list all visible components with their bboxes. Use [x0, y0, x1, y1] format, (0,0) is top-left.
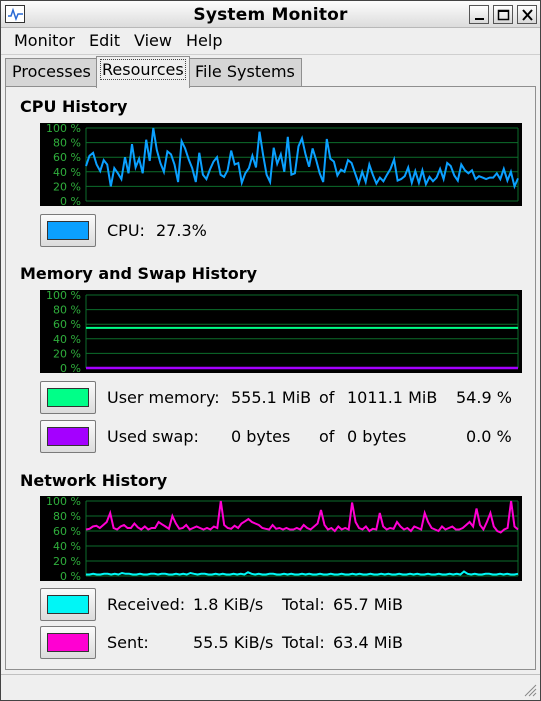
received-history-line: [86, 570, 519, 576]
network-tick-label: 0 %: [60, 570, 81, 581]
tab-label: Processes: [12, 62, 91, 81]
menu-edit[interactable]: Edit: [89, 31, 120, 50]
sent-total: 63.4 MiB: [333, 633, 403, 652]
menu-bar: Monitor Edit View Help: [1, 29, 540, 55]
minimize-icon: [475, 18, 484, 20]
received-color-button[interactable]: [40, 588, 96, 621]
memory-tick-label: 20 %: [53, 347, 81, 360]
cpu-tick-label: 100 %: [46, 123, 81, 135]
sent-color-button[interactable]: [40, 626, 96, 659]
user-memory-color-swatch: [47, 388, 89, 407]
cpu-label: CPU:: [107, 221, 145, 240]
received-rate: 1.8 KiB/s: [193, 595, 264, 614]
sent-history-line: [85, 500, 519, 534]
menu-monitor[interactable]: Monitor: [14, 31, 75, 50]
received-label: Received:: [107, 595, 186, 614]
network-tick-label: 60 %: [53, 525, 81, 538]
status-bar: [1, 674, 540, 700]
tab-processes[interactable]: Processes: [5, 58, 98, 86]
title-bar[interactable]: System Monitor: [1, 1, 540, 28]
used-swap-color-swatch: [47, 427, 89, 446]
close-icon: [522, 9, 533, 21]
cpu-history-title: CPU History: [20, 97, 128, 116]
received-color-swatch: [47, 595, 89, 614]
user-memory-color-button[interactable]: [40, 381, 96, 414]
user-memory-label: User memory:: [107, 388, 220, 407]
memory-history-graph: 100 % 80 % 60 % 40 % 20 % 0 %: [40, 290, 522, 373]
sent-rate: 55.5 KiB/s: [193, 633, 274, 652]
network-tick-label: 20 %: [53, 555, 81, 568]
minimize-button[interactable]: [469, 5, 489, 24]
cpu-tick-label: 40 %: [53, 166, 81, 179]
network-history-title: Network History: [20, 471, 168, 490]
cpu-tick-label: 0 %: [60, 195, 81, 206]
resize-grip-icon[interactable]: [523, 683, 537, 697]
received-total: 65.7 MiB: [333, 595, 403, 614]
network-tick-label: 80 %: [53, 510, 81, 523]
network-tick-label: 40 %: [53, 540, 81, 553]
used-swap-of: of: [319, 427, 335, 446]
tab-resources[interactable]: Resources: [96, 56, 190, 88]
used-swap-used: 0 bytes: [231, 427, 291, 446]
used-swap-total: 0 bytes: [347, 427, 407, 446]
user-memory-used: 555.1 MiB: [231, 388, 312, 407]
network-tick-label: 100 %: [46, 496, 81, 508]
used-swap-label: Used swap:: [107, 427, 199, 446]
sent-color-swatch: [47, 633, 89, 652]
memory-history-title: Memory and Swap History: [20, 264, 258, 283]
cpu-value: 27.3%: [156, 221, 207, 240]
system-monitor-window: System Monitor Monitor Edit View Help Pr…: [0, 0, 541, 701]
user-memory-total: 1011.1 MiB: [347, 388, 438, 407]
memory-tick-label: 0 %: [60, 362, 81, 373]
user-memory-of: of: [319, 388, 335, 407]
tab-label: Resources: [100, 59, 186, 80]
cpu-color-button[interactable]: [40, 214, 96, 247]
sent-total-label: Total:: [282, 633, 325, 652]
sent-label: Sent:: [107, 633, 149, 652]
close-button[interactable]: [517, 5, 537, 24]
used-swap-color-button[interactable]: [40, 420, 96, 453]
tab-file-systems[interactable]: File Systems: [188, 58, 302, 86]
cpu-tick-label: 20 %: [53, 180, 81, 193]
network-history-graph: 100 % 80 % 60 % 40 % 20 % 0 %: [40, 496, 522, 581]
cpu-tick-label: 60 %: [53, 151, 81, 164]
maximize-button[interactable]: [493, 5, 513, 24]
cpu-history-graph: 100 % 80 % 60 % 40 % 20 % 0 %: [40, 123, 522, 206]
cpu-color-swatch: [47, 221, 89, 240]
memory-tick-label: 100 %: [46, 290, 81, 302]
memory-tick-label: 60 %: [53, 318, 81, 331]
memory-tick-label: 40 %: [53, 333, 81, 346]
maximize-icon: [497, 9, 510, 21]
cpu-tick-label: 80 %: [53, 137, 81, 150]
user-memory-percent: 54.9 %: [456, 388, 512, 407]
tab-label: File Systems: [195, 62, 295, 81]
menu-help[interactable]: Help: [186, 31, 222, 50]
menu-view[interactable]: View: [134, 31, 172, 50]
received-total-label: Total:: [282, 595, 325, 614]
window-title: System Monitor: [193, 5, 348, 25]
resources-panel: CPU History 100 % 80 % 60 % 40 % 20 % 0 % CPU…: [5, 86, 536, 670]
tab-strip: Processes Resources File Systems: [1, 55, 540, 88]
memory-tick-label: 80 %: [53, 304, 81, 317]
used-swap-percent: 0.0 %: [466, 427, 512, 446]
